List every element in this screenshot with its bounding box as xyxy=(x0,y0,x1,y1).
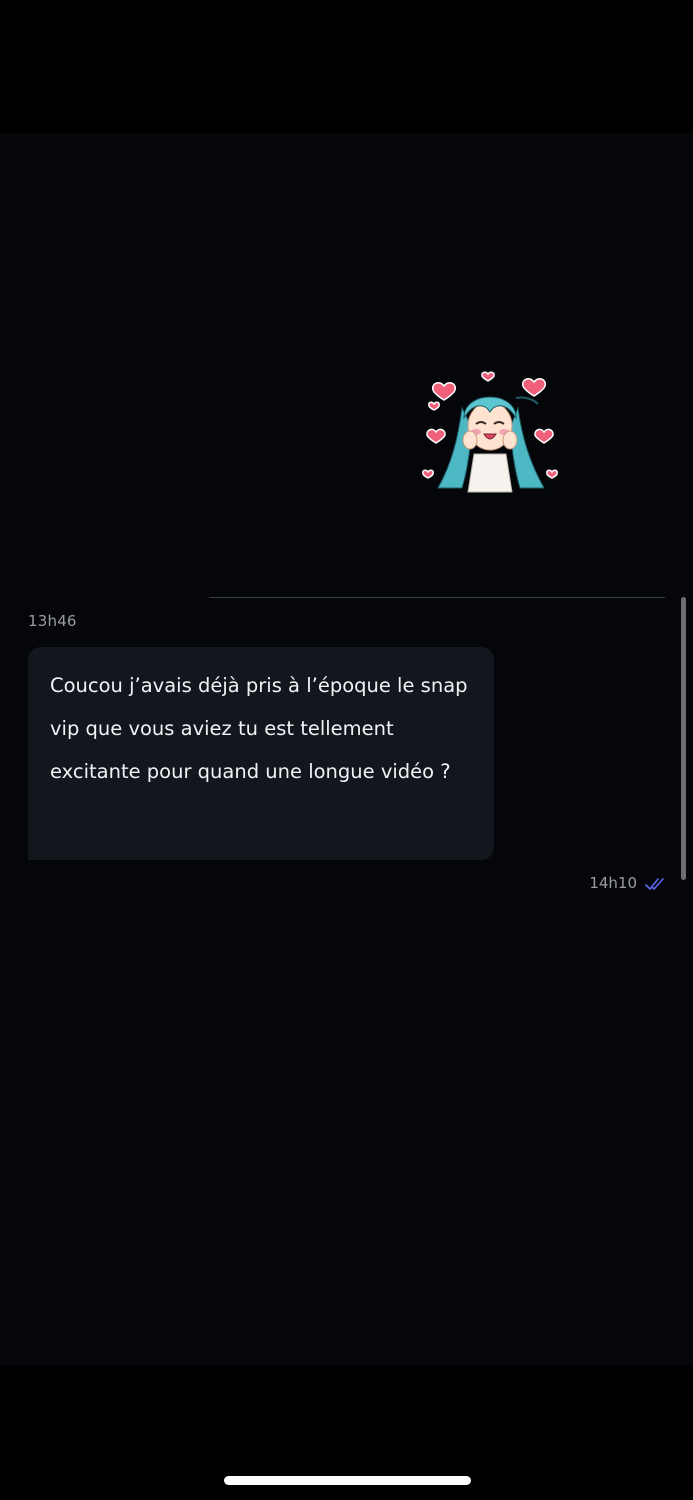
home-indicator[interactable] xyxy=(224,1476,471,1485)
incoming-message-bubble[interactable]: Coucou j’avais déjà pris à l’époque le s… xyxy=(28,647,494,860)
heart-icon xyxy=(426,428,446,444)
double-check-icon xyxy=(645,876,665,890)
heart-icon xyxy=(431,382,457,401)
heart-icon xyxy=(428,401,440,411)
outgoing-read-status: 14h10 xyxy=(589,874,665,892)
sticker-illustration xyxy=(422,371,558,493)
heart-icon xyxy=(521,378,547,397)
heart-icon xyxy=(534,428,554,444)
anime-girl-hearts-sticker[interactable] xyxy=(418,368,562,494)
outgoing-message-timestamp: 14h10 xyxy=(589,874,637,892)
scrollbar[interactable] xyxy=(681,597,686,880)
heart-icon xyxy=(546,469,558,479)
status-bar-area xyxy=(0,0,693,133)
date-divider-line xyxy=(209,597,665,598)
incoming-message-timestamp: 13h46 xyxy=(28,612,77,630)
heart-icon xyxy=(422,469,434,479)
incoming-message-text: Coucou j’avais déjà pris à l’époque le s… xyxy=(50,674,468,783)
heart-icon xyxy=(481,371,495,382)
